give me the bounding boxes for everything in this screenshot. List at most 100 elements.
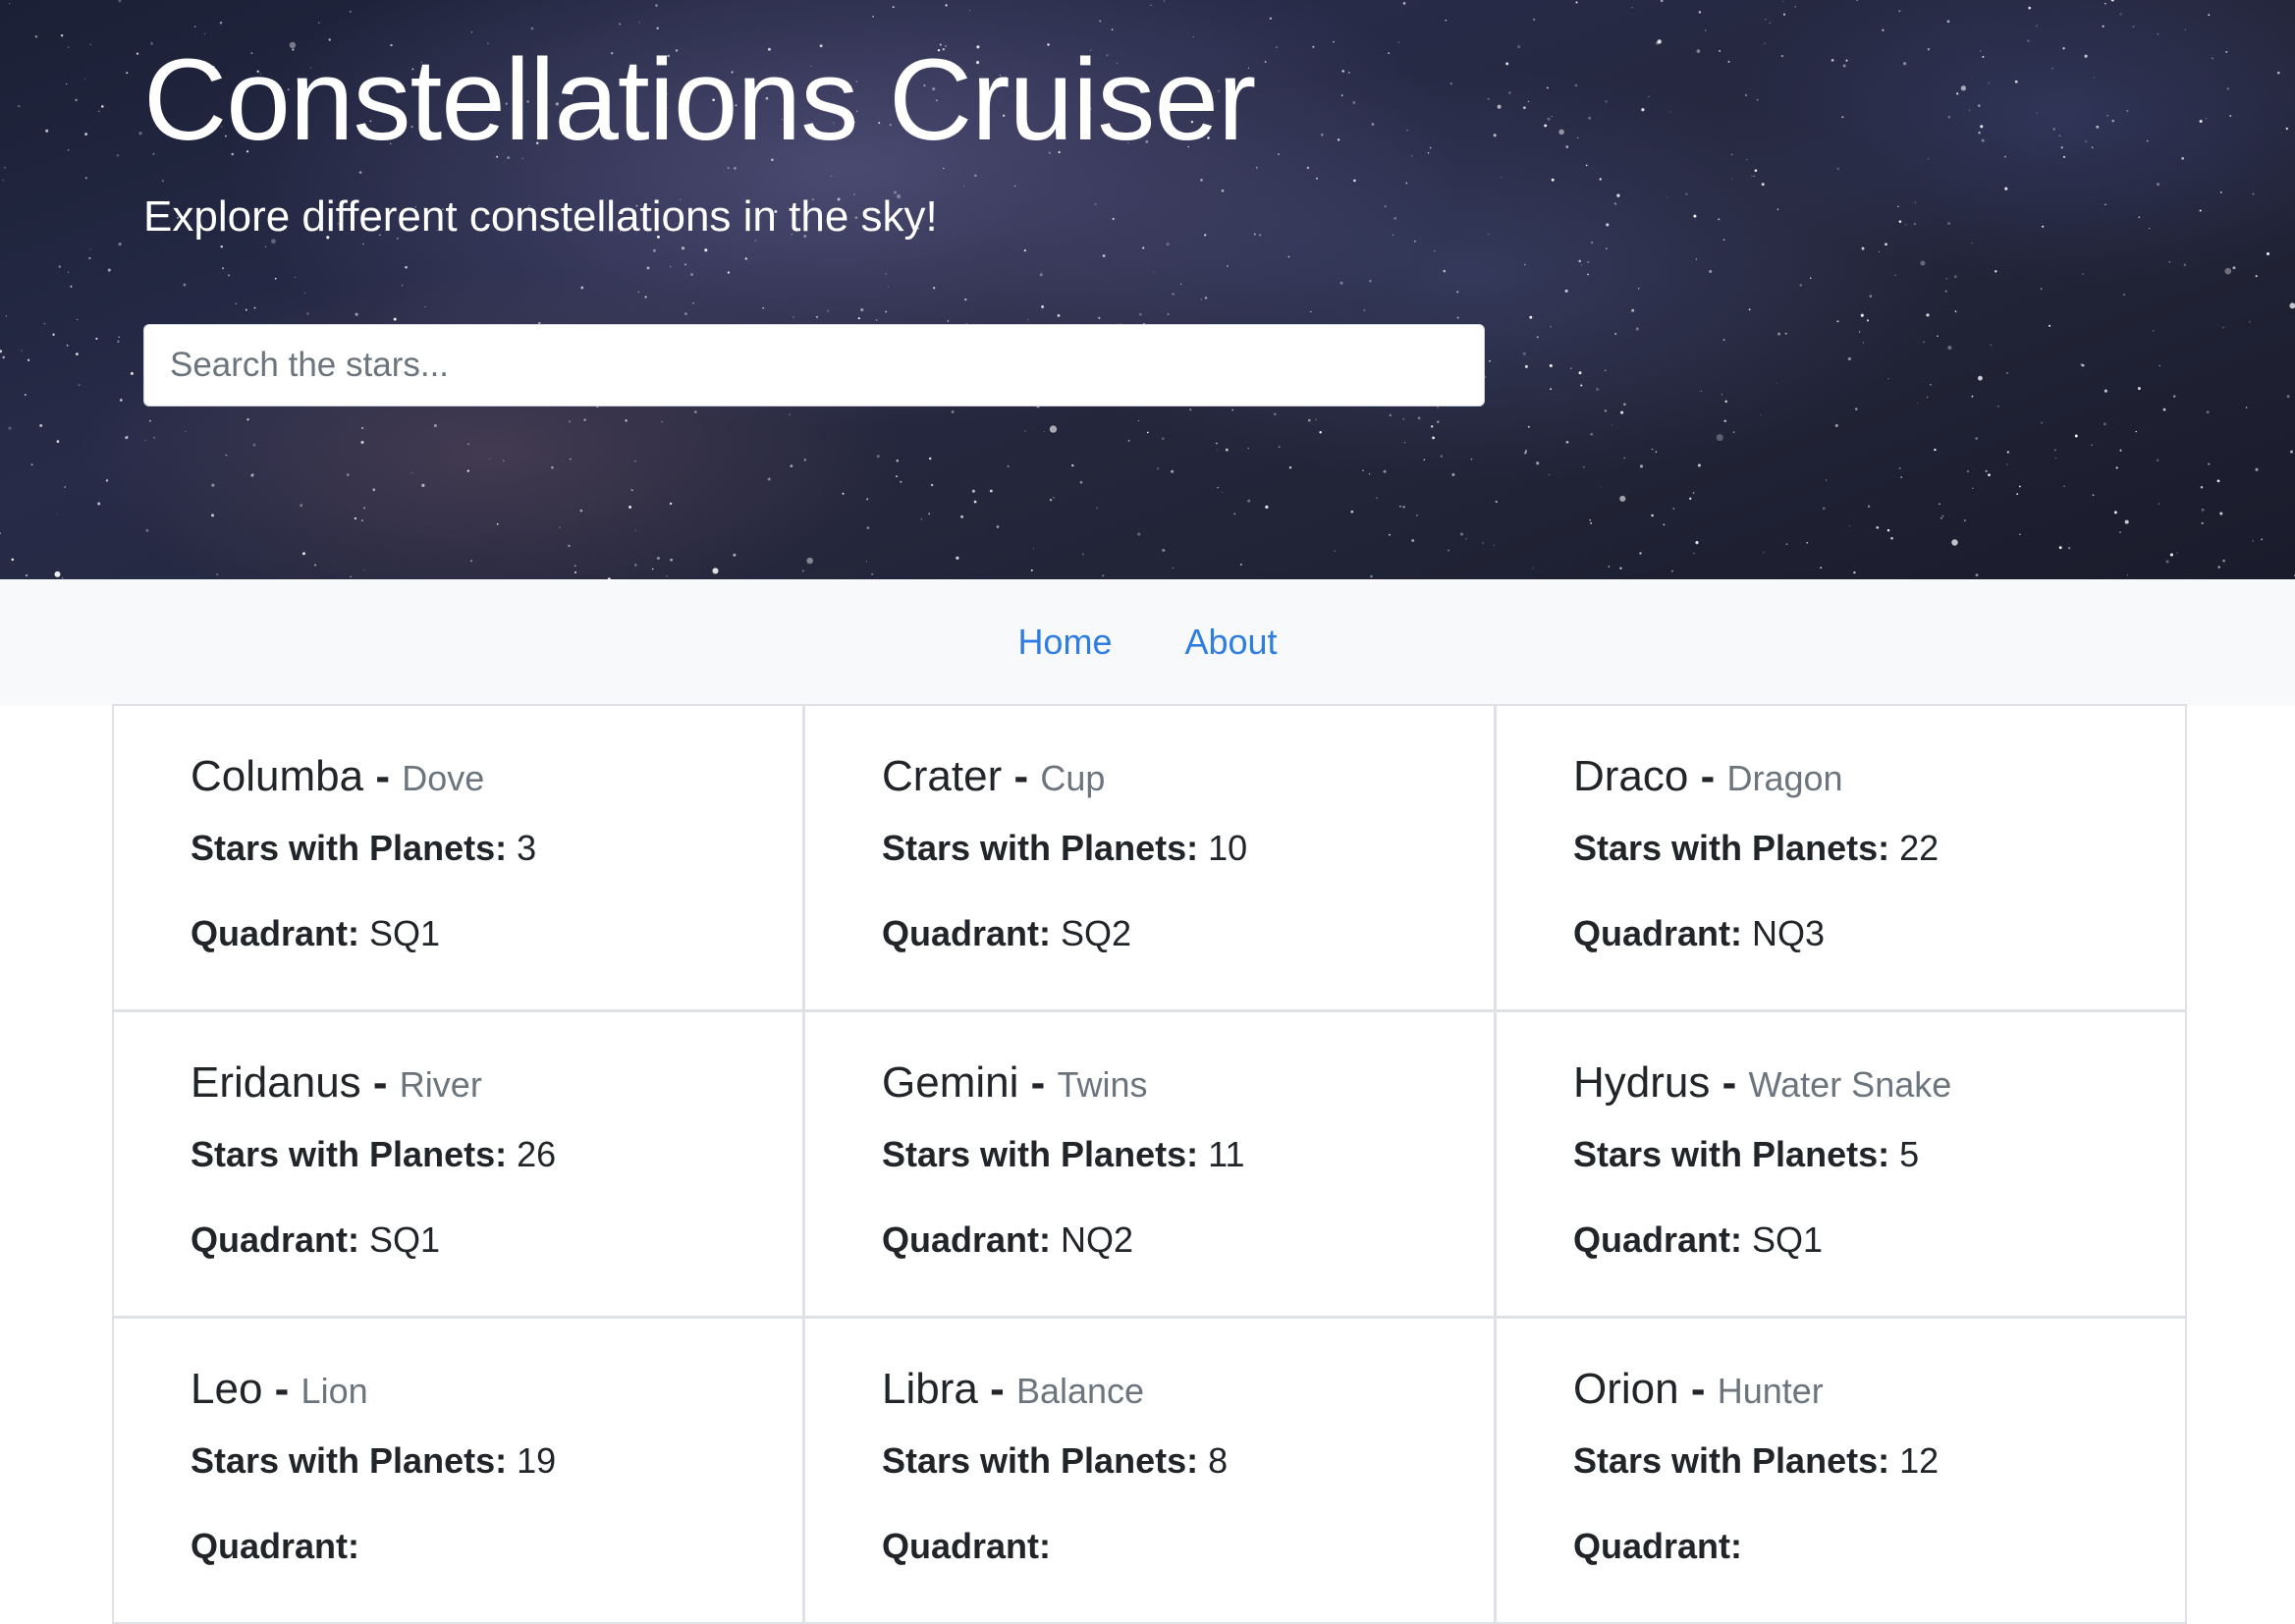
stars-with-planets-line: Stars with Planets: 8 [882, 1439, 1494, 1482]
constellation-name: Columba [191, 752, 364, 800]
quadrant-label: Quadrant: [1573, 1218, 1743, 1260]
stars-with-planets-value: 19 [517, 1439, 557, 1481]
constellation-title: Gemini - Twins [882, 1057, 1494, 1110]
stars-with-planets-line: Stars with Planets: 26 [191, 1133, 802, 1175]
constellation-card: Libra - Balance Stars with Planets: 8 Qu… [803, 1317, 1496, 1624]
quadrant-line: Quadrant: [1573, 1525, 2185, 1567]
quadrant-line: Quadrant: [882, 1525, 1494, 1567]
stars-with-planets-label: Stars with Planets: [191, 1133, 508, 1174]
constellation-name: Leo [191, 1365, 263, 1413]
constellation-meaning: Water Snake [1748, 1064, 1952, 1105]
quadrant-line: Quadrant: NQ3 [1573, 912, 2185, 954]
quadrant-label: Quadrant: [191, 1525, 360, 1566]
stars-with-planets-value: 3 [517, 827, 537, 868]
main-nav: Home About [0, 579, 2295, 705]
title-separator: - [372, 1058, 388, 1107]
constellation-grid: Columba - Dove Stars with Planets: 3 Qua… [112, 704, 2187, 1624]
quadrant-value: SQ1 [369, 1218, 441, 1260]
title-separator: - [1721, 1058, 1737, 1107]
constellation-meaning: Hunter [1717, 1371, 1824, 1411]
constellation-title: Draco - Dragon [1573, 751, 2185, 803]
title-separator: - [1700, 752, 1716, 800]
stars-with-planets-label: Stars with Planets: [1573, 827, 1890, 868]
constellation-name: Orion [1573, 1365, 1679, 1413]
stars-with-planets-label: Stars with Planets: [1573, 1133, 1890, 1174]
constellation-title: Orion - Hunter [1573, 1364, 2185, 1416]
constellation-name: Draco [1573, 752, 1689, 800]
quadrant-value: NQ2 [1061, 1218, 1134, 1260]
constellation-title: Leo - Lion [191, 1364, 802, 1416]
constellation-meaning: Dove [402, 758, 485, 798]
constellation-meaning: River [399, 1064, 482, 1105]
constellation-card: Draco - Dragon Stars with Planets: 22 Qu… [1495, 704, 2187, 1011]
stars-with-planets-label: Stars with Planets: [882, 1439, 1199, 1481]
quadrant-label: Quadrant: [882, 1218, 1052, 1260]
stars-with-planets-value: 26 [517, 1133, 557, 1174]
stars-with-planets-line: Stars with Planets: 3 [191, 827, 802, 869]
constellation-title: Crater - Cup [882, 751, 1494, 803]
quadrant-line: Quadrant: SQ1 [1573, 1218, 2185, 1261]
quadrant-value: SQ2 [1061, 912, 1132, 953]
title-separator: - [375, 752, 390, 800]
constellation-card: Columba - Dove Stars with Planets: 3 Qua… [112, 704, 804, 1011]
stars-with-planets-value: 11 [1208, 1133, 1245, 1174]
page-title: Constellations Cruiser [143, 35, 1256, 165]
quadrant-label: Quadrant: [882, 1525, 1052, 1566]
quadrant-label: Quadrant: [191, 912, 360, 953]
stars-with-planets-line: Stars with Planets: 10 [882, 827, 1494, 869]
constellation-title: Hydrus - Water Snake [1573, 1057, 2185, 1110]
quadrant-label: Quadrant: [191, 1218, 360, 1260]
stars-with-planets-line: Stars with Planets: 22 [1573, 827, 2185, 869]
constellation-card: Crater - Cup Stars with Planets: 10 Quad… [803, 704, 1496, 1011]
stars-with-planets-line: Stars with Planets: 12 [1573, 1439, 2185, 1482]
title-separator: - [990, 1365, 1005, 1413]
stars-with-planets-label: Stars with Planets: [1573, 1439, 1890, 1481]
constellation-card: Leo - Lion Stars with Planets: 19 Quadra… [112, 1317, 804, 1624]
stars-with-planets-value: 8 [1208, 1439, 1229, 1481]
constellation-name: Gemini [882, 1058, 1019, 1107]
constellation-card: Gemini - Twins Stars with Planets: 11 Qu… [803, 1010, 1496, 1318]
constellation-name: Crater [882, 752, 1003, 800]
constellation-meaning: Cup [1040, 758, 1106, 798]
quadrant-label: Quadrant: [882, 912, 1052, 953]
constellation-card: Orion - Hunter Stars with Planets: 12 Qu… [1495, 1317, 2187, 1624]
constellation-name: Hydrus [1573, 1058, 1711, 1107]
quadrant-label: Quadrant: [1573, 1525, 1743, 1566]
constellation-title: Columba - Dove [191, 751, 802, 803]
constellation-card: Eridanus - River Stars with Planets: 26 … [112, 1010, 804, 1318]
title-separator: - [1690, 1365, 1706, 1413]
quadrant-line: Quadrant: SQ1 [191, 1218, 802, 1261]
constellation-meaning: Balance [1015, 1371, 1145, 1411]
stars-with-planets-line: Stars with Planets: 5 [1573, 1133, 2185, 1175]
constellation-title: Eridanus - River [191, 1057, 802, 1110]
stars-with-planets-value: 5 [1899, 1133, 1920, 1174]
stars-with-planets-label: Stars with Planets: [191, 827, 508, 868]
constellation-name: Eridanus [191, 1058, 361, 1107]
stars-with-planets-line: Stars with Planets: 19 [191, 1439, 802, 1482]
nav-link-home[interactable]: Home [981, 622, 1148, 663]
page-subtitle: Explore different constellations in the … [143, 192, 938, 241]
constellation-meaning: Twins [1057, 1064, 1148, 1105]
nav-link-about[interactable]: About [1148, 622, 1313, 663]
quadrant-label: Quadrant: [1573, 912, 1743, 953]
quadrant-line: Quadrant: SQ1 [191, 912, 802, 954]
title-separator: - [1013, 752, 1029, 800]
quadrant-value: SQ1 [369, 912, 441, 953]
quadrant-line: Quadrant: [191, 1525, 802, 1567]
stars-with-planets-label: Stars with Planets: [191, 1439, 508, 1481]
quadrant-value: SQ1 [1752, 1218, 1824, 1260]
constellation-title: Libra - Balance [882, 1364, 1494, 1416]
stars-with-planets-value: 12 [1899, 1439, 1940, 1481]
title-separator: - [1030, 1058, 1046, 1107]
stars-with-planets-label: Stars with Planets: [882, 1133, 1199, 1174]
quadrant-line: Quadrant: SQ2 [882, 912, 1494, 954]
search-input[interactable] [143, 324, 1485, 406]
quadrant-value: NQ3 [1752, 912, 1826, 953]
constellation-card: Hydrus - Water Snake Stars with Planets:… [1495, 1010, 2187, 1318]
constellation-meaning: Lion [301, 1371, 368, 1411]
stars-with-planets-value: 22 [1899, 827, 1940, 868]
constellation-meaning: Dragon [1726, 758, 1843, 798]
stars-with-planets-line: Stars with Planets: 11 [882, 1133, 1494, 1175]
quadrant-line: Quadrant: NQ2 [882, 1218, 1494, 1261]
stars-with-planets-value: 10 [1208, 827, 1248, 868]
